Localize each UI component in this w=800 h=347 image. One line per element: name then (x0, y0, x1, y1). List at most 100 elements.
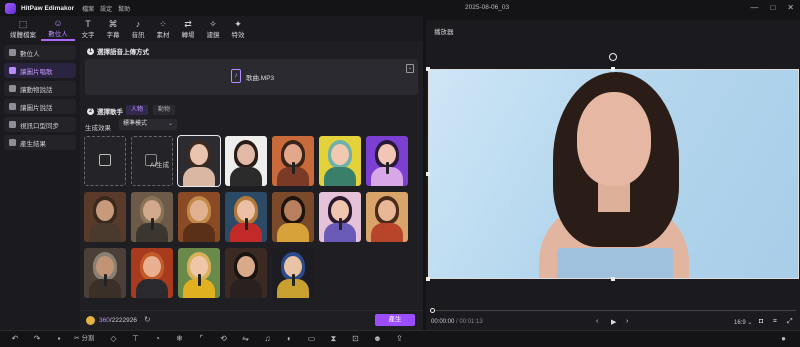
resize-handle[interactable] (611, 67, 615, 71)
tab-text[interactable]: T 文字 (76, 17, 100, 41)
microphone-prop (104, 274, 107, 286)
singer-thumbnail[interactable] (272, 192, 314, 242)
sidebar-item-sing-image[interactable]: 讓圖片唱歌 (4, 63, 76, 78)
export-icon[interactable]: ⇪ (392, 333, 406, 345)
resize-handle[interactable] (426, 277, 430, 281)
upload-person-icon (99, 154, 111, 166)
singer-thumbnail[interactable] (319, 192, 361, 242)
singer-thumbnail[interactable] (272, 136, 314, 186)
redo-icon[interactable]: ↷ (30, 333, 44, 345)
menu-help[interactable]: 幫助 (118, 4, 130, 13)
text-icon: T (85, 19, 91, 29)
snapshot-icon[interactable]: ◘ (759, 318, 763, 325)
menu-settings[interactable]: 設定 (100, 4, 112, 13)
grid-icon[interactable]: ⌗ (773, 318, 777, 326)
sidebar-item-label: 讓動物說話 (20, 86, 53, 94)
singer-thumbnail[interactable] (84, 248, 126, 298)
tab-elements-label: 素材 (156, 32, 170, 39)
mirror-icon[interactable]: ⇋ (238, 333, 252, 345)
sidebar-item-image-talk[interactable]: 讓圖片說話 (4, 99, 76, 114)
singer-thumbnail[interactable] (272, 248, 314, 298)
window-controls: — □ ✕ (750, 3, 794, 12)
tab-effects[interactable]: ✦ 特效 (226, 17, 250, 41)
video-preview[interactable] (428, 69, 799, 279)
tab-animals[interactable]: 動物 (153, 105, 176, 115)
minimize-button[interactable]: — (750, 3, 758, 12)
step-title: 選擇語音上傳方式 (97, 49, 149, 56)
freeze-icon[interactable]: ❄ (172, 333, 186, 345)
main-toolbar: ⬚ 媒體檔案 ☺ 數位人 T 文字 ⌘ 字幕 ♪ 音訊 ⁘ 素材 ⇄ 轉場 ✧ (0, 16, 423, 41)
tab-audio[interactable]: ♪ 音訊 (126, 17, 150, 41)
singer-thumbnail[interactable] (225, 136, 267, 186)
sidebar-item-results[interactable]: 產生結果 (4, 135, 76, 150)
app-logo (5, 2, 16, 14)
audio-detach-icon[interactable]: ♫ (260, 333, 274, 345)
singer-thumbnail[interactable] (131, 248, 173, 298)
next-frame-icon[interactable]: › (626, 318, 628, 325)
prev-frame-icon[interactable]: ‹ (596, 318, 598, 325)
marker-icon[interactable]: ◇ (106, 333, 120, 345)
singer-thumbnail[interactable] (178, 248, 220, 298)
tab-digital-human-label: 數位人 (48, 31, 68, 38)
avatar-tool-icon[interactable]: ☻ (370, 333, 384, 345)
tab-people[interactable]: 人物 (126, 105, 149, 115)
audio-upload-box[interactable]: ♪ 歌曲.MP3 ▪ (85, 59, 418, 95)
singer-face (378, 200, 396, 221)
speed-icon[interactable]: ◔ (150, 333, 164, 345)
resize-handle[interactable] (426, 172, 430, 176)
singer-thumbnail[interactable] (225, 248, 267, 298)
aspect-ratio-dropdown[interactable]: 16:9 ⌄ (734, 319, 752, 326)
delete-icon[interactable]: ▪ (52, 333, 66, 345)
close-button[interactable]: ✕ (787, 3, 794, 12)
singer-thumbnail[interactable] (131, 192, 173, 242)
tab-filters-label: 濾鏡 (206, 32, 220, 39)
fullscreen-icon[interactable]: ⤢ (787, 318, 793, 326)
refresh-icon[interactable]: ↻ (144, 315, 151, 324)
microphone-icon[interactable]: ● (781, 334, 786, 343)
text-tool-icon[interactable]: ⊤ (128, 333, 142, 345)
singer-thumbnail[interactable] (225, 192, 267, 242)
singer-face (237, 144, 255, 165)
tab-media[interactable]: ⬚ 媒體檔案 (6, 17, 40, 41)
singer-thumbnail[interactable] (366, 192, 408, 242)
ai-generate-button[interactable]: AI生成 (131, 136, 173, 186)
tab-subtitles[interactable]: ⌘ 字幕 (101, 17, 125, 41)
mask-icon[interactable]: ◐ (282, 333, 296, 345)
resize-handle[interactable] (426, 67, 430, 71)
singer-face (284, 200, 302, 221)
progress-track[interactable] (430, 310, 796, 311)
media-icon: ⬚ (18, 19, 28, 29)
sidebar-item-digital-human[interactable]: 數位人 (4, 45, 76, 60)
effect-dropdown[interactable]: 標準模式 ⌄ (119, 119, 177, 130)
trash-icon[interactable]: ▪ (406, 64, 414, 73)
generate-button[interactable]: 產生 (375, 314, 415, 326)
play-icon[interactable]: ▶ (611, 318, 616, 326)
sidebar-item-lip-sync[interactable]: 視訊口型同步 (4, 117, 76, 132)
maximize-button[interactable]: □ (770, 3, 775, 12)
singer-torso (183, 223, 215, 242)
singer-thumbnail[interactable] (366, 136, 408, 186)
tab-digital-human[interactable]: ☺ 數位人 (41, 17, 75, 41)
singer-thumbnail[interactable] (177, 135, 221, 187)
rotate-icon[interactable] (609, 53, 617, 61)
duration-icon[interactable]: ⧗ (326, 333, 340, 345)
singer-thumbnail[interactable] (178, 192, 220, 242)
tab-transitions[interactable]: ⇄ 轉場 (176, 17, 200, 41)
frame-icon[interactable]: ▭ (304, 333, 318, 345)
menu-file[interactable]: 檔案 (82, 4, 94, 13)
rotate-tool-icon[interactable]: ⟲ (216, 333, 230, 345)
tab-filters[interactable]: ✧ 濾鏡 (201, 17, 225, 41)
singer-thumbnail[interactable] (319, 136, 361, 186)
upload-image-button[interactable] (84, 136, 126, 186)
tab-elements[interactable]: ⁘ 素材 (151, 17, 175, 41)
sidebar-item-animal-talk[interactable]: 讓動物說話 (4, 81, 76, 96)
singer-thumbnail[interactable] (84, 192, 126, 242)
subtitle-tool-icon[interactable]: ⊡ (348, 333, 362, 345)
progress-handle[interactable] (430, 308, 435, 313)
microphone-prop (339, 218, 342, 230)
split-button[interactable]: ✂ 分割 (74, 333, 94, 345)
undo-icon[interactable]: ↶ (8, 333, 22, 345)
resize-handle[interactable] (611, 277, 615, 281)
crop-icon[interactable]: ⌜ (194, 333, 208, 345)
microphone-prop (198, 274, 201, 286)
